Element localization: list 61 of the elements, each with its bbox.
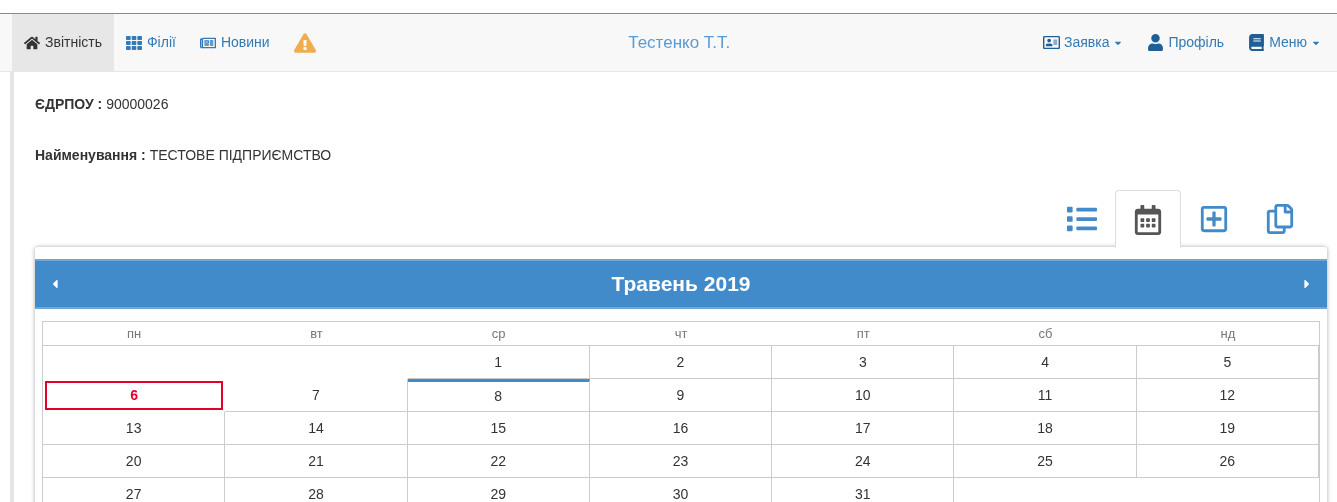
day-cell[interactable]: 7 xyxy=(225,379,408,412)
day-cell[interactable]: 17 xyxy=(772,412,955,445)
day-cell[interactable]: 13 xyxy=(43,412,226,445)
field-value: ТЕСТОВЕ ПІДПРИЄМСТВО xyxy=(149,146,332,165)
day-cell[interactable]: 28 xyxy=(225,478,408,502)
day-cell[interactable]: 6 xyxy=(45,381,224,410)
day-cell[interactable]: 19 xyxy=(1136,412,1319,445)
field-value: 90000026 xyxy=(106,95,169,114)
day-cell[interactable]: 1 xyxy=(407,346,590,379)
calendar-view-button[interactable] xyxy=(1115,190,1181,248)
day-cell[interactable]: 2 xyxy=(589,346,773,379)
day-cell[interactable]: 4 xyxy=(954,346,1137,379)
weekday-label: вт xyxy=(310,324,323,343)
weekday-label: сб xyxy=(1038,324,1053,343)
day-cell[interactable]: 23 xyxy=(589,445,773,478)
user-icon xyxy=(1147,34,1165,51)
weekday-label: пн xyxy=(127,324,142,343)
day-cell[interactable]: 5 xyxy=(1136,346,1319,379)
add-icon xyxy=(1199,204,1229,234)
day-cell[interactable]: 31 xyxy=(772,478,955,502)
day-cell[interactable]: 8 xyxy=(407,379,590,412)
day-cell[interactable]: 26 xyxy=(1136,445,1319,478)
nav-menu-button[interactable]: Заявка xyxy=(1030,14,1136,71)
list-icon xyxy=(1067,204,1097,234)
weekday-label: чт xyxy=(674,324,688,343)
calendar-icon xyxy=(1133,204,1163,235)
nav-menu-button[interactable]: Профіль xyxy=(1135,14,1237,71)
day-cell[interactable]: 27 xyxy=(43,478,226,502)
day-cell[interactable]: 29 xyxy=(407,478,590,502)
day-cell[interactable]: 20 xyxy=(43,445,226,478)
weekday-label: пт xyxy=(856,324,870,343)
day-cell[interactable]: 3 xyxy=(772,346,955,379)
field-label: Найменування : xyxy=(35,146,146,165)
nav-tab[interactable]: Звітність xyxy=(12,14,114,71)
day-cell[interactable]: 25 xyxy=(954,445,1137,478)
day-cell[interactable]: 15 xyxy=(407,412,590,445)
nav-tab[interactable]: Новини xyxy=(187,14,282,71)
copy-icon xyxy=(1265,204,1295,234)
day-cell[interactable]: 24 xyxy=(772,445,955,478)
day-cell[interactable]: 10 xyxy=(772,379,955,412)
field-label: ЄДРПОУ : xyxy=(35,95,103,114)
weekday-label: ср xyxy=(491,324,506,343)
day-cell[interactable]: 9 xyxy=(589,379,773,412)
id-card-icon xyxy=(1042,34,1060,51)
home-icon xyxy=(24,34,40,51)
user-name: Тестенко Т.Т. xyxy=(628,31,731,54)
day-cell[interactable]: 18 xyxy=(954,412,1137,445)
month-title: Травень 2019 xyxy=(610,271,752,298)
nav-menu-button[interactable]: Меню xyxy=(1236,14,1333,71)
weekday-label: нд xyxy=(1220,324,1236,343)
book-icon xyxy=(1248,34,1266,51)
day-cell[interactable]: 11 xyxy=(954,379,1137,412)
day-cell[interactable]: 21 xyxy=(225,445,408,478)
nav-tab[interactable]: Філії xyxy=(113,14,188,71)
day-cell[interactable]: 16 xyxy=(589,412,773,445)
warning-icon xyxy=(293,31,316,54)
day-cell[interactable]: 12 xyxy=(1136,379,1319,412)
grid-icon xyxy=(125,34,142,51)
day-cell[interactable]: 30 xyxy=(589,478,773,502)
day-cell[interactable]: 14 xyxy=(225,412,408,445)
day-cell[interactable]: 22 xyxy=(407,445,590,478)
